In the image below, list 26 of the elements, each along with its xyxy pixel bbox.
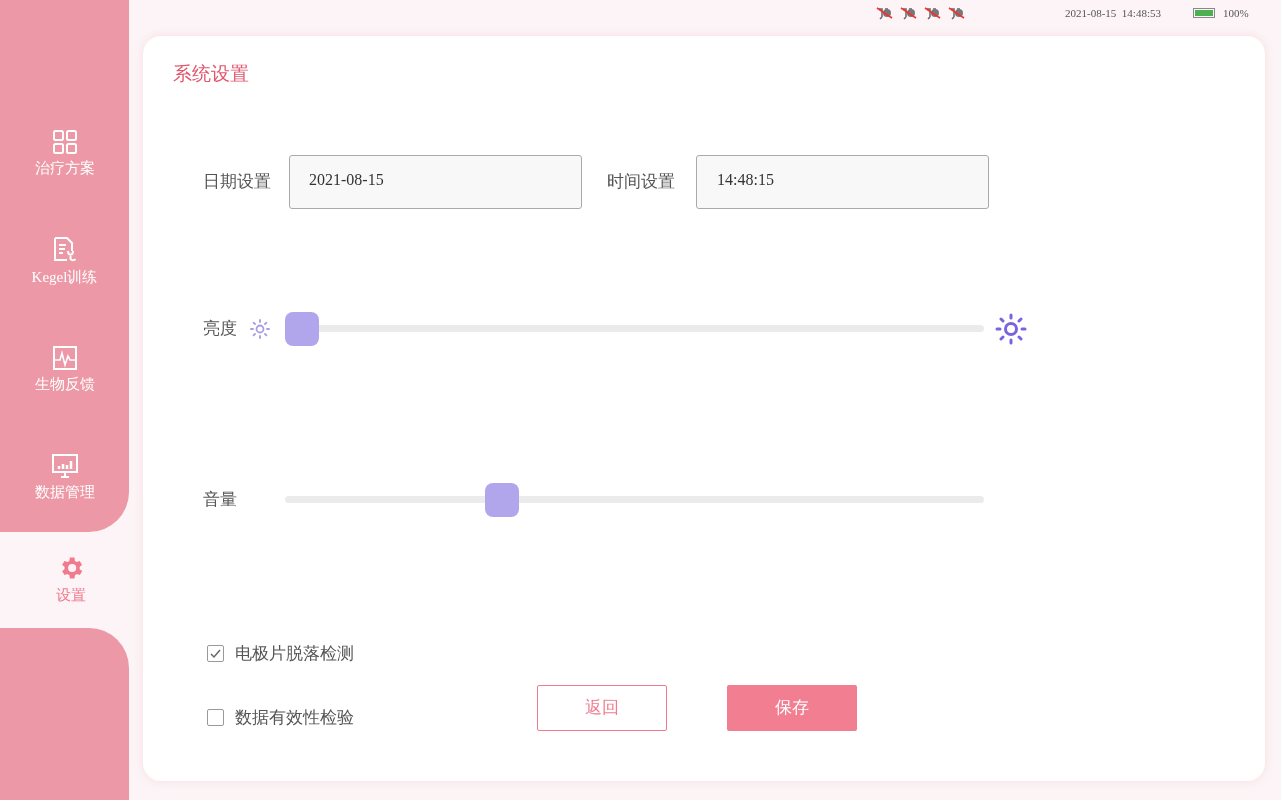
field-label: 日期设置 (203, 170, 272, 193)
status-datetime: 2021-08-15 14:48:53 (1065, 5, 1161, 21)
back-button[interactable]: 返回 (537, 684, 667, 731)
nav-item[interactable]: 数据管理 (0, 424, 129, 532)
slider[interactable] (285, 482, 984, 517)
slider-thumb[interactable] (484, 482, 519, 517)
checkbox-label: 数据有效性检验 (235, 707, 354, 729)
checkbox[interactable] (207, 709, 224, 727)
save-button[interactable]: 保存 (727, 684, 857, 731)
slider-label: 音量 (203, 488, 238, 511)
checkbox-label: 电极片脱落检测 (235, 642, 354, 665)
monitor-chart-icon (50, 452, 79, 479)
grid-icon (51, 128, 78, 155)
checkbox[interactable] (207, 644, 224, 662)
slider-label: 亮度 (203, 317, 238, 340)
battery-percent: 100% (1222, 5, 1249, 21)
sun-large-icon (995, 312, 1027, 345)
slider[interactable] (285, 311, 984, 346)
pulse-chart-icon (51, 344, 78, 371)
page-title: 系统设置 (173, 62, 250, 86)
time-field[interactable]: 14:48:15 (696, 154, 989, 209)
date-field[interactable]: 2021-08-15 (289, 154, 582, 209)
field-label: 时间设置 (607, 170, 676, 193)
slider-thumb[interactable] (285, 311, 319, 346)
battery-icon (1192, 8, 1215, 18)
sun-small-icon (249, 317, 271, 340)
